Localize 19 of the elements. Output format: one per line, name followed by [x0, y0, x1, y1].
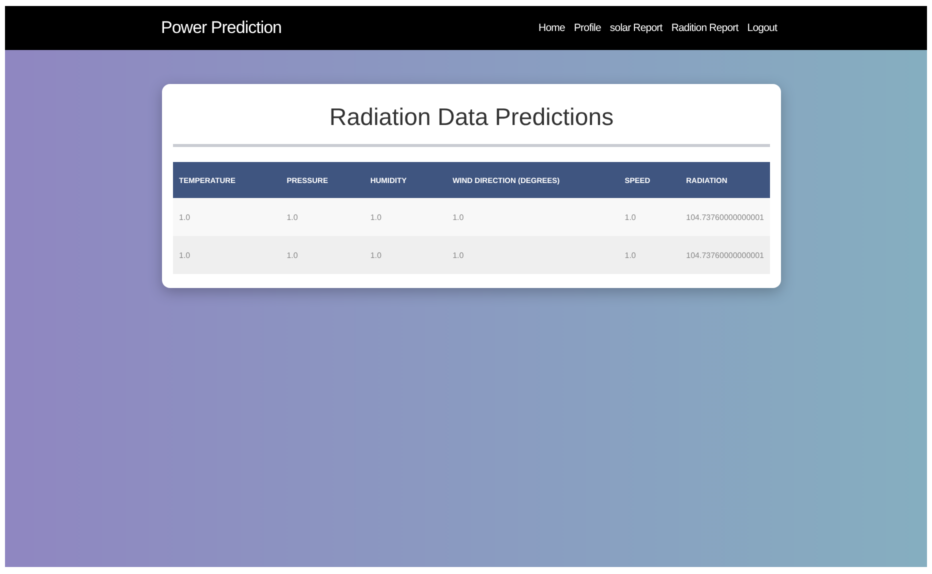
table-cell: 104.73760000000001: [680, 198, 770, 236]
card-title: Radiation Data Predictions: [173, 98, 770, 147]
table-cell: 1.0: [618, 236, 680, 274]
table-cell: 1.0: [280, 198, 364, 236]
nav-link[interactable]: Home: [538, 22, 565, 34]
table-cell: 1.0: [173, 236, 281, 274]
nav-link[interactable]: solar Report: [610, 22, 662, 34]
nav-link[interactable]: Radition Report: [671, 22, 738, 34]
table-cell: 1.0: [364, 198, 447, 236]
nav-link[interactable]: Profile: [574, 22, 601, 34]
nav-link[interactable]: Logout: [747, 22, 777, 34]
table-cell: 1.0: [173, 198, 281, 236]
table-cell: 1.0: [280, 236, 364, 274]
table-cell: 104.73760000000001: [680, 236, 770, 274]
table-cell: 1.0: [446, 198, 619, 236]
table-cell: 1.0: [446, 236, 619, 274]
brand-title[interactable]: Power Prediction: [161, 18, 282, 38]
table-cell: 1.0: [364, 236, 447, 274]
table-cell: 1.0: [618, 198, 680, 236]
